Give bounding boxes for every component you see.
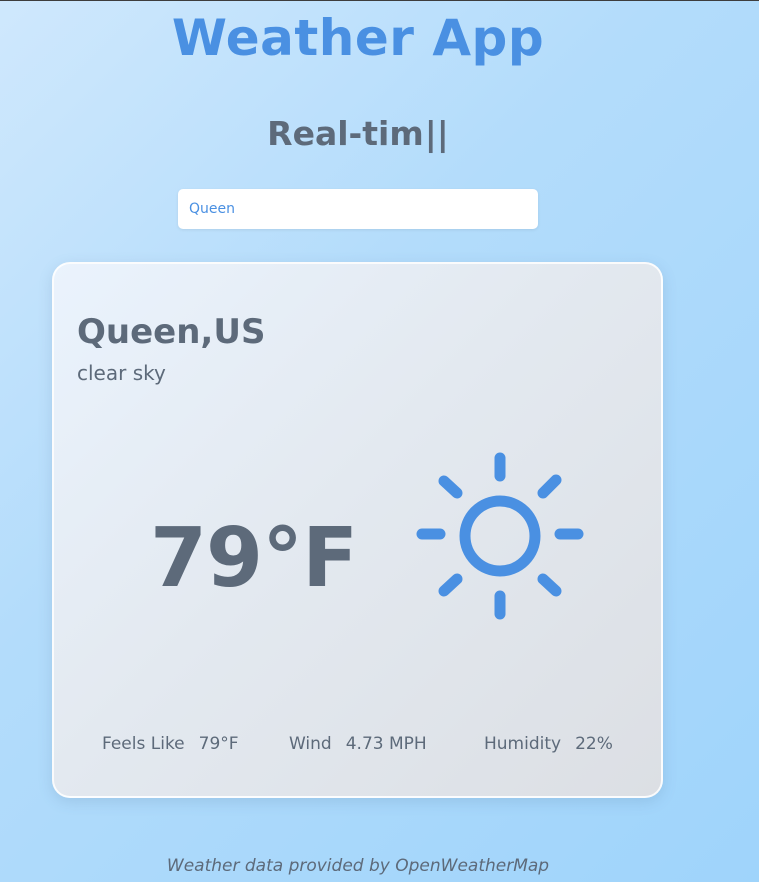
city-search-input[interactable] — [178, 189, 538, 229]
sun-icon — [416, 452, 584, 620]
typing-caret: || — [424, 114, 449, 153]
wind-stat: Wind 4.73 MPH — [289, 732, 427, 756]
wind-label: Wind — [289, 734, 332, 754]
location-name: Queen,US — [77, 312, 266, 352]
feels-like-stat: Feels Like 79°F — [102, 732, 239, 756]
humidity-label: Humidity — [484, 734, 562, 754]
weather-card: Queen,US clear sky 79°F Feels Like 79°F W… — [52, 262, 663, 798]
feels-like-value: 79°F — [198, 734, 239, 754]
subtitle-text: Real-tim — [267, 114, 424, 153]
footer-attribution: Weather data provided by OpenWeatherMap — [166, 856, 550, 876]
typewriter-subtitle: Real-tim|| — [0, 111, 716, 157]
temperature-value: 79°F — [150, 511, 358, 606]
weather-condition: clear sky — [77, 361, 166, 385]
feels-like-label: Feels Like — [102, 734, 185, 754]
humidity-value: 22% — [575, 734, 613, 754]
app-title: Weather App — [171, 9, 545, 67]
wind-value: 4.73 MPH — [345, 734, 427, 754]
humidity-stat: Humidity 22% — [484, 732, 613, 756]
